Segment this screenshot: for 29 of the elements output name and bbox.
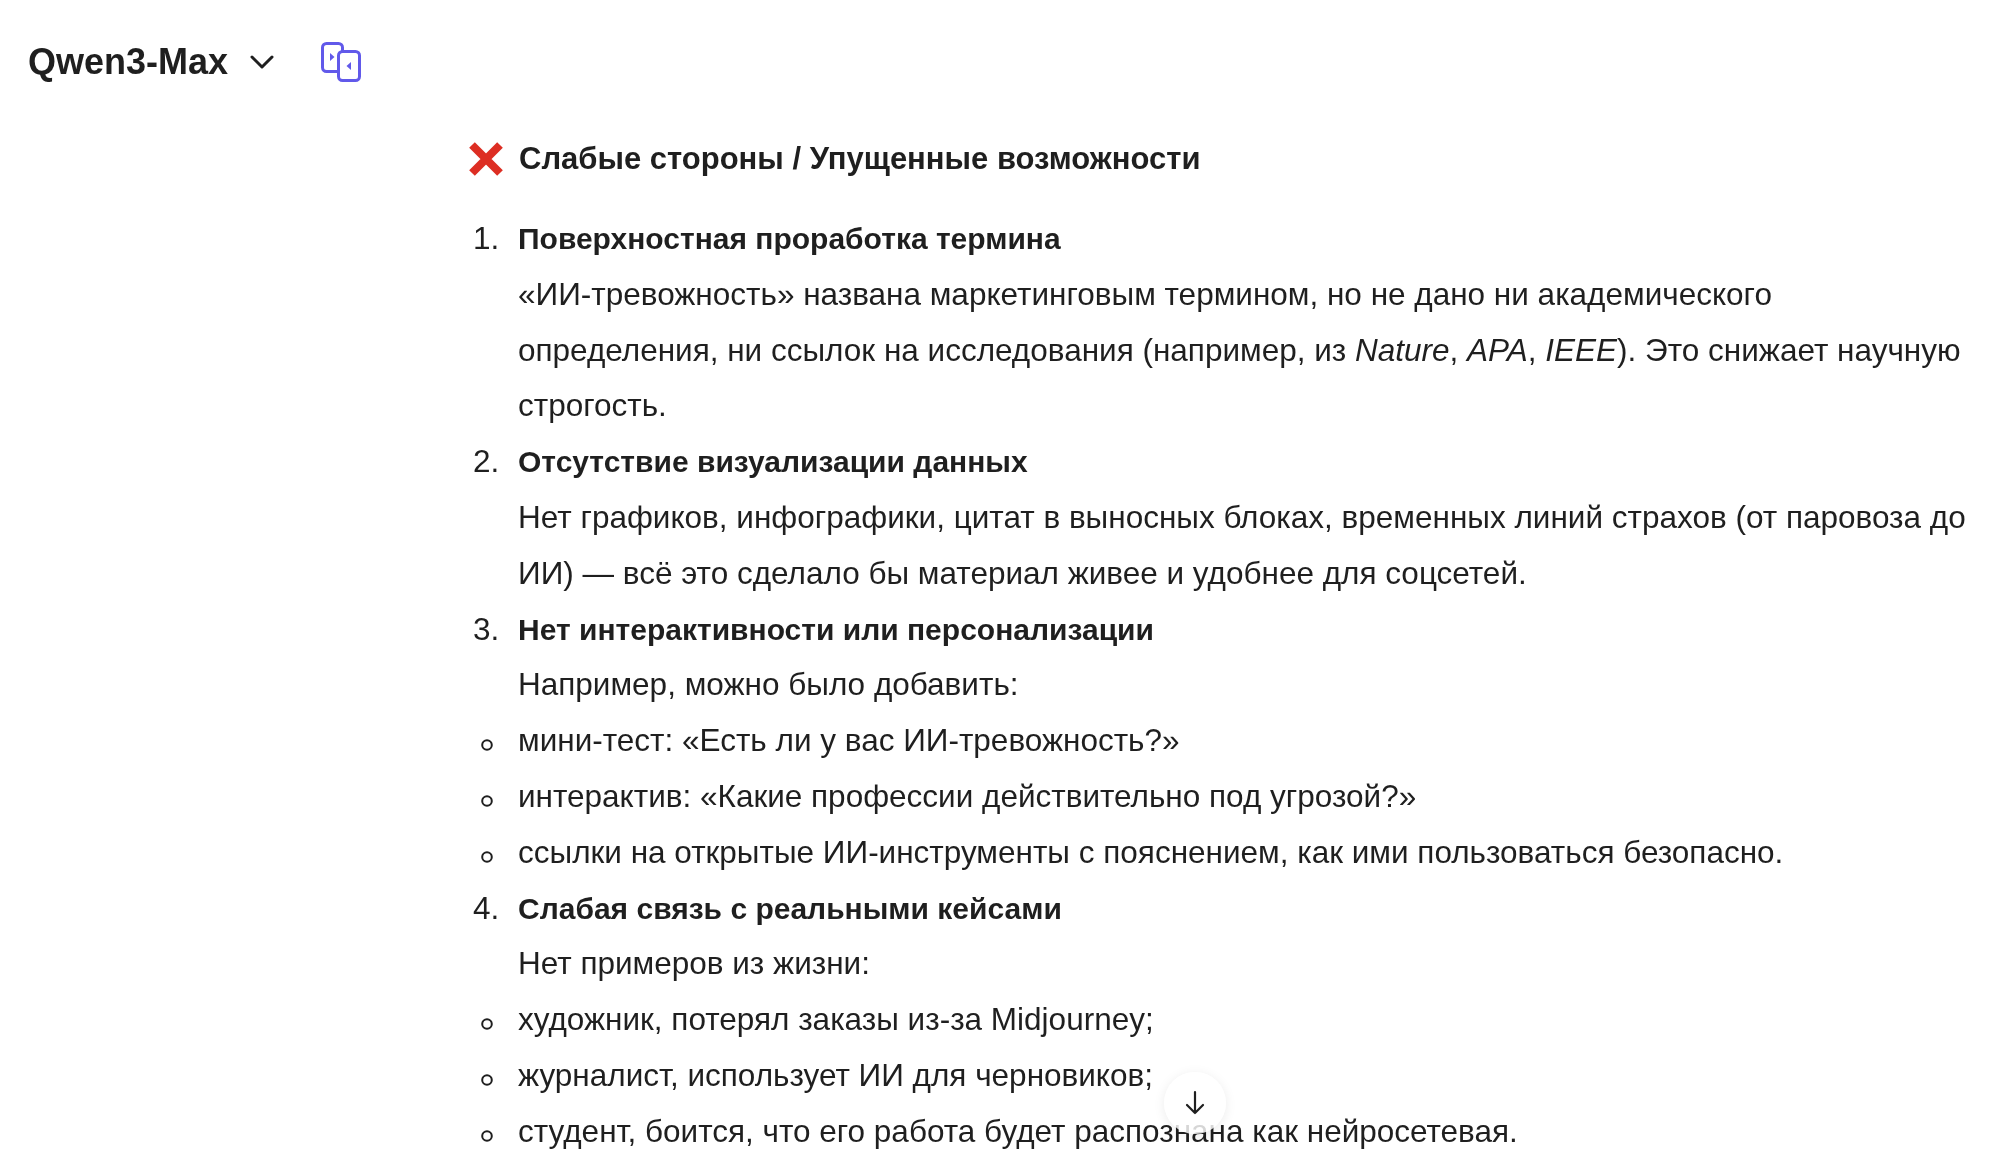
bullet-icon <box>481 1018 493 1031</box>
bullet-text: мини-тест: «Есть ли у вас ИИ-тревожность?» <box>518 721 1180 761</box>
bullet-text: художник, потерял заказы из-за Midjourney; <box>518 1000 1154 1040</box>
item-title: Слабая связь с реальными кейсами <box>518 890 1062 927</box>
item-description: Нет примеров из жизни: <box>518 944 871 984</box>
item-title: Нет интерактивности или персонализации <box>518 611 1154 648</box>
model-selector[interactable]: Qwen3-Max <box>28 37 275 87</box>
list-number: 3. <box>472 609 501 649</box>
bullet-text: ссылки на открытые ИИ-инструменты с пояснением, как ими пользоваться безопасно. <box>518 832 1784 872</box>
list-number: 1. <box>472 219 501 258</box>
arrow-down-icon <box>1185 1090 1205 1116</box>
dual-cards-icon[interactable] <box>321 42 362 82</box>
section-heading: Слабые стороны / Упущенные возможности <box>519 140 1201 178</box>
list-number: 2. <box>472 442 501 482</box>
item-description: «ИИ-тревожность» названа маркетинговым термином, но не дано ни академического определения, ни ссылок на исследования (например, из Nature, APA, IEEE). Это снижает научную строгость. <box>518 274 1962 426</box>
list-number: 4. <box>472 888 501 928</box>
item-description: Например, можно было добавить: <box>518 665 1020 705</box>
bullet-text: интерактив: «Какие профессии действительно под угрозой?» <box>518 776 1417 816</box>
item-title: Поверхностная проработка термина <box>518 221 1061 257</box>
chevron-down-icon <box>250 55 275 69</box>
item-description: Нет графиков, инфографики, цитат в выносных блоках, временных линий страхов (от паровоза до ИИ) — всё это сделало бы материал живее и удобнее для соцсетей. <box>518 498 1967 593</box>
bullet-icon <box>481 850 493 863</box>
bullet-icon <box>481 794 493 807</box>
item-title: Отсутствие визуализации данных <box>518 444 1028 481</box>
bullet-text: журналист, использует ИИ для черновиков; <box>518 1055 1153 1095</box>
bullet-icon <box>481 1129 493 1142</box>
bullet-icon <box>481 739 493 752</box>
bullet-icon <box>481 1073 493 1086</box>
bullet-text: студент, боится, что его работа будет распознана как нейросетевая. <box>518 1111 1518 1151</box>
